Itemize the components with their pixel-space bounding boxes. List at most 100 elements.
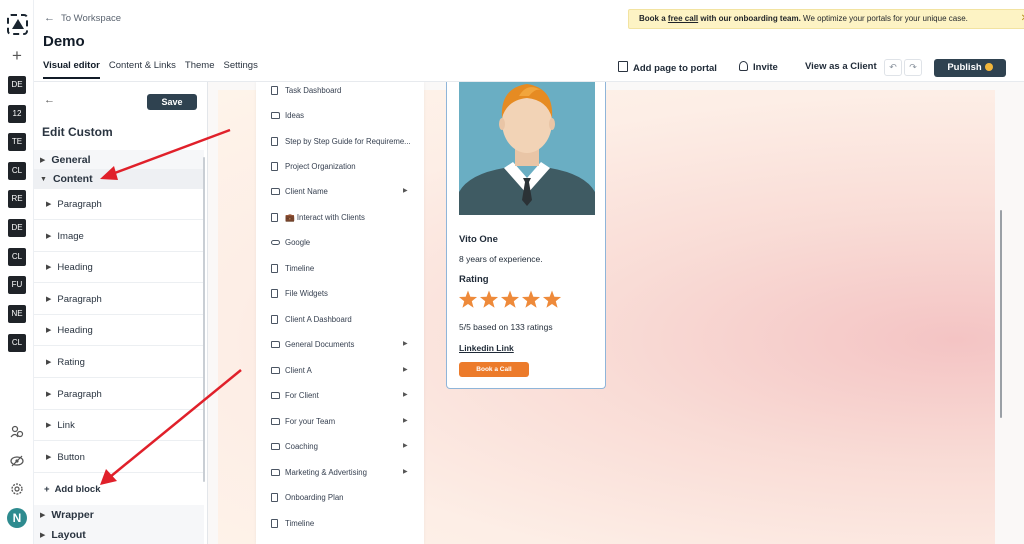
star-icon [500,290,520,308]
add-page-icon [618,61,628,72]
caret-right-icon: ▶ [40,157,46,164]
doc-icon [271,264,278,273]
section-wrapper[interactable]: ▶ Wrapper [34,505,204,525]
close-icon[interactable]: ✕ [1021,10,1024,28]
book-a-call-button[interactable]: Book a Call [459,362,529,377]
workspace-badge[interactable]: DE [8,219,26,237]
portal-nav-list: Task Dashboard Ideas Step by Step Guide … [256,82,424,544]
add-block-button[interactable]: + Add block [44,484,100,495]
banner-suffix: We optimize your portals for your unique… [800,14,968,23]
plus-icon: + [44,484,50,495]
block-item[interactable]: ▶ Button [34,442,204,473]
linkedin-link[interactable]: Linkedin Link [459,343,514,353]
caret-right-icon: ▶ [46,391,52,398]
nav-item[interactable]: Client A ▶ [256,358,424,383]
save-button[interactable]: Save [147,94,197,110]
block-item[interactable]: ▶ Heading [34,252,204,283]
nav-item[interactable]: Project Organization [256,154,424,179]
settings-icon[interactable] [10,482,24,496]
block-item[interactable]: ▶ Paragraph [34,284,204,315]
arrow-left-icon[interactable]: ← [44,94,55,106]
publish-button[interactable]: Publish [934,59,1006,77]
undo-button[interactable]: ↶ [884,59,902,76]
panel-title: Edit Custom [42,125,113,139]
add-page-button[interactable]: Add page to portal [618,61,717,74]
top-header: ← To Workspace Demo Visual editor Content… [34,0,1024,82]
workspace-badge[interactable]: 12 [8,105,26,123]
redo-icon: ↷ [909,62,917,72]
workspace-badge[interactable]: DE [8,76,26,94]
folder-icon [271,341,280,348]
doc-icon [271,519,278,528]
nav-item[interactable]: For Client ▶ [256,383,424,408]
profile-name: Vito One [459,234,498,245]
workspace-rail: + DE 12 TE CL RE DE CL FU NE CL N [0,0,34,544]
workspace-badge[interactable]: RE [8,190,26,208]
section-general[interactable]: ▶ General [34,150,204,170]
block-item[interactable]: ▶ Image [34,221,204,252]
workspace-badge[interactable]: NE [8,305,26,323]
workspace-badge[interactable]: CL [8,248,26,266]
workspace-badge[interactable]: CL [8,334,26,352]
app-logo[interactable] [7,14,28,35]
banner-middle: with our onboarding team. [698,14,801,23]
caret-right-icon: ▶ [46,296,52,303]
doc-icon [271,86,278,95]
profile-card[interactable]: Vito One 8 years of experience. Rating 5… [446,82,606,389]
block-item[interactable]: ▶ Link [34,410,204,441]
block-item[interactable]: ▶ Paragraph [34,189,204,220]
nav-item[interactable]: File Widgets [256,281,424,306]
nav-item[interactable]: Onboarding Plan [256,485,424,510]
nav-item[interactable]: For your Team ▶ [256,409,424,434]
banner-prefix: Book a [639,14,668,23]
nav-item[interactable]: Timeline [256,256,424,281]
caret-right-icon: ▶ [46,327,52,334]
caret-right-icon: ▶ [403,367,408,373]
eye-off-icon[interactable] [10,454,24,468]
caret-right-icon: ▶ [403,341,408,347]
free-call-link[interactable]: free call [668,14,698,23]
section-content[interactable]: ▼ Content [34,169,204,189]
nav-item[interactable]: Client Name ▶ [256,179,424,204]
profile-experience: 8 years of experience. [459,254,543,264]
arrow-left-icon: ← [44,12,55,24]
workspace-badge[interactable]: CL [8,162,26,180]
nav-item[interactable]: 💼 Interact with Clients [256,205,424,230]
block-item[interactable]: ▶ Rating [34,347,204,378]
add-workspace-icon[interactable]: + [0,46,34,66]
caret-right-icon: ▶ [46,454,52,461]
nav-item[interactable]: Marketing & Advertising ▶ [256,460,424,485]
section-layout[interactable]: ▶ Layout [34,525,204,544]
invite-button[interactable]: Invite [739,61,778,73]
caret-right-icon: ▶ [403,392,408,398]
caret-right-icon: ▶ [46,264,52,271]
star-icon [542,290,562,308]
nav-item[interactable]: Task Dashboard [256,82,424,103]
nav-item[interactable]: Google [256,230,424,255]
caret-right-icon: ▶ [46,233,52,240]
view-as-client-button[interactable]: View as a Client [805,61,877,72]
doc-icon [271,493,278,502]
nav-item[interactable]: Client A Dashboard [256,307,424,332]
redo-button[interactable]: ↷ [904,59,922,76]
caret-right-icon: ▶ [403,188,408,194]
user-avatar[interactable]: N [7,508,27,528]
back-to-workspace-link[interactable]: ← To Workspace [44,12,121,24]
nav-item[interactable]: General Documents ▶ [256,332,424,357]
panel-scrollbar[interactable] [203,157,205,482]
workspace-badge[interactable]: TE [8,133,26,151]
nav-item[interactable]: Step by Step Guide for Requireme... [256,129,424,154]
caret-right-icon: ▶ [40,512,46,519]
caret-right-icon: ▶ [40,532,46,539]
block-item[interactable]: ▶ Paragraph [34,379,204,410]
folder-icon [271,188,280,195]
team-icon[interactable] [10,425,24,439]
canvas-scrollbar[interactable] [1000,210,1002,418]
workspace-badge[interactable]: FU [8,276,26,294]
nav-item[interactable]: Ideas [256,103,424,128]
caret-down-icon: ▼ [40,176,47,183]
nav-item[interactable]: Coaching ▶ [256,434,424,459]
edit-panel: ← Save Edit Custom ▶ General ▼ Content ▶ Pa… [34,82,208,544]
block-item[interactable]: ▶ Heading [34,315,204,346]
nav-item[interactable]: Timeline [256,511,424,536]
